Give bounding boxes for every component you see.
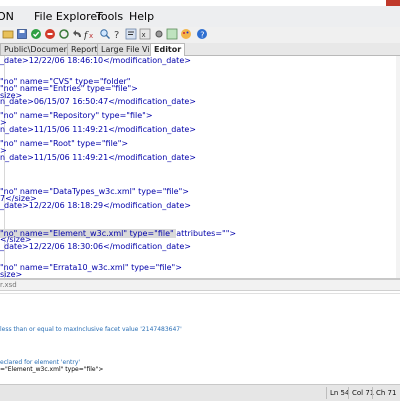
code-line[interactable]: size>: [0, 270, 22, 278]
code-line[interactable]: _date>12/22/06 18:46:10</modification_da…: [0, 56, 191, 65]
info-icon[interactable]: ?: [196, 28, 208, 40]
code-line[interactable]: "no" name="Root" type="file">: [0, 139, 128, 148]
svg-text:?: ?: [200, 31, 204, 40]
image-icon[interactable]: [166, 28, 178, 40]
tab-editor[interactable]: Editor: [150, 43, 186, 56]
code-line[interactable]: "no" name="Repository" type="file">: [0, 111, 153, 120]
status-bar: Ln 54 Col 71 Ch 71: [0, 384, 400, 401]
undo-icon[interactable]: [72, 28, 84, 40]
svg-text:?: ?: [114, 30, 119, 40]
fx-icon[interactable]: fx: [84, 28, 96, 40]
validation-message-context[interactable]: ="Element_w3c.xml" type="file">: [0, 366, 103, 374]
stop-icon[interactable]: [44, 28, 56, 40]
validate-check-icon[interactable]: [30, 28, 42, 40]
palette-icon[interactable]: [180, 28, 192, 40]
menu-tools[interactable]: Tools: [96, 10, 123, 23]
output-file-label: r.xsd: [0, 281, 17, 289]
menu-bar: SON File Explorer Tools Help: [0, 6, 400, 28]
validation-output-pane: r.xsd less than or equal to maxInclusive…: [0, 280, 400, 374]
code-line[interactable]: n_date>11/15/06 11:49:21</modification_d…: [0, 153, 196, 162]
xml-editor[interactable]: _date>12/22/06 18:46:10</modification_da…: [0, 56, 400, 278]
refresh-icon[interactable]: [58, 28, 70, 40]
xpath-icon[interactable]: x: [139, 28, 151, 40]
code-line[interactable]: n_date>11/15/06 11:49:21</modification_d…: [0, 125, 196, 134]
code-line[interactable]: "no" name="Errata10_w3c.xml" type="file"…: [0, 263, 182, 272]
settings-icon[interactable]: [153, 28, 165, 40]
output-divider: [0, 293, 400, 294]
code-line[interactable]: _date>12/22/06 18:30:06</modification_da…: [0, 242, 191, 251]
app-title: SON: [0, 10, 14, 23]
svg-text:x: x: [89, 32, 93, 40]
document-tabs: Public\Documents\xml Reports Large File …: [0, 43, 400, 56]
code-line[interactable]: _date>12/22/06 18:18:29</modification_da…: [0, 201, 191, 210]
status-line: Ln 54: [330, 389, 350, 397]
status-column: Col 71: [352, 389, 375, 397]
editor-scrollbar[interactable]: [396, 56, 400, 278]
menu-help[interactable]: Help: [129, 10, 154, 23]
status-char: Ch 71: [376, 389, 397, 397]
save-icon[interactable]: [16, 28, 28, 40]
output-header: r.xsd: [0, 280, 400, 291]
find-icon[interactable]: [99, 28, 111, 40]
code-line[interactable]: n_date>06/15/07 16:50:47</modification_d…: [0, 97, 196, 106]
menu-file-explorer[interactable]: File Explorer: [34, 10, 102, 23]
help-icon[interactable]: ?: [112, 28, 124, 40]
validation-message[interactable]: less than or equal to maxInclusive facet…: [0, 326, 182, 334]
format-icon[interactable]: [125, 28, 137, 40]
open-icon[interactable]: [2, 28, 14, 40]
toolbar: fx ? x ?: [0, 27, 400, 44]
svg-text:x: x: [142, 31, 146, 39]
